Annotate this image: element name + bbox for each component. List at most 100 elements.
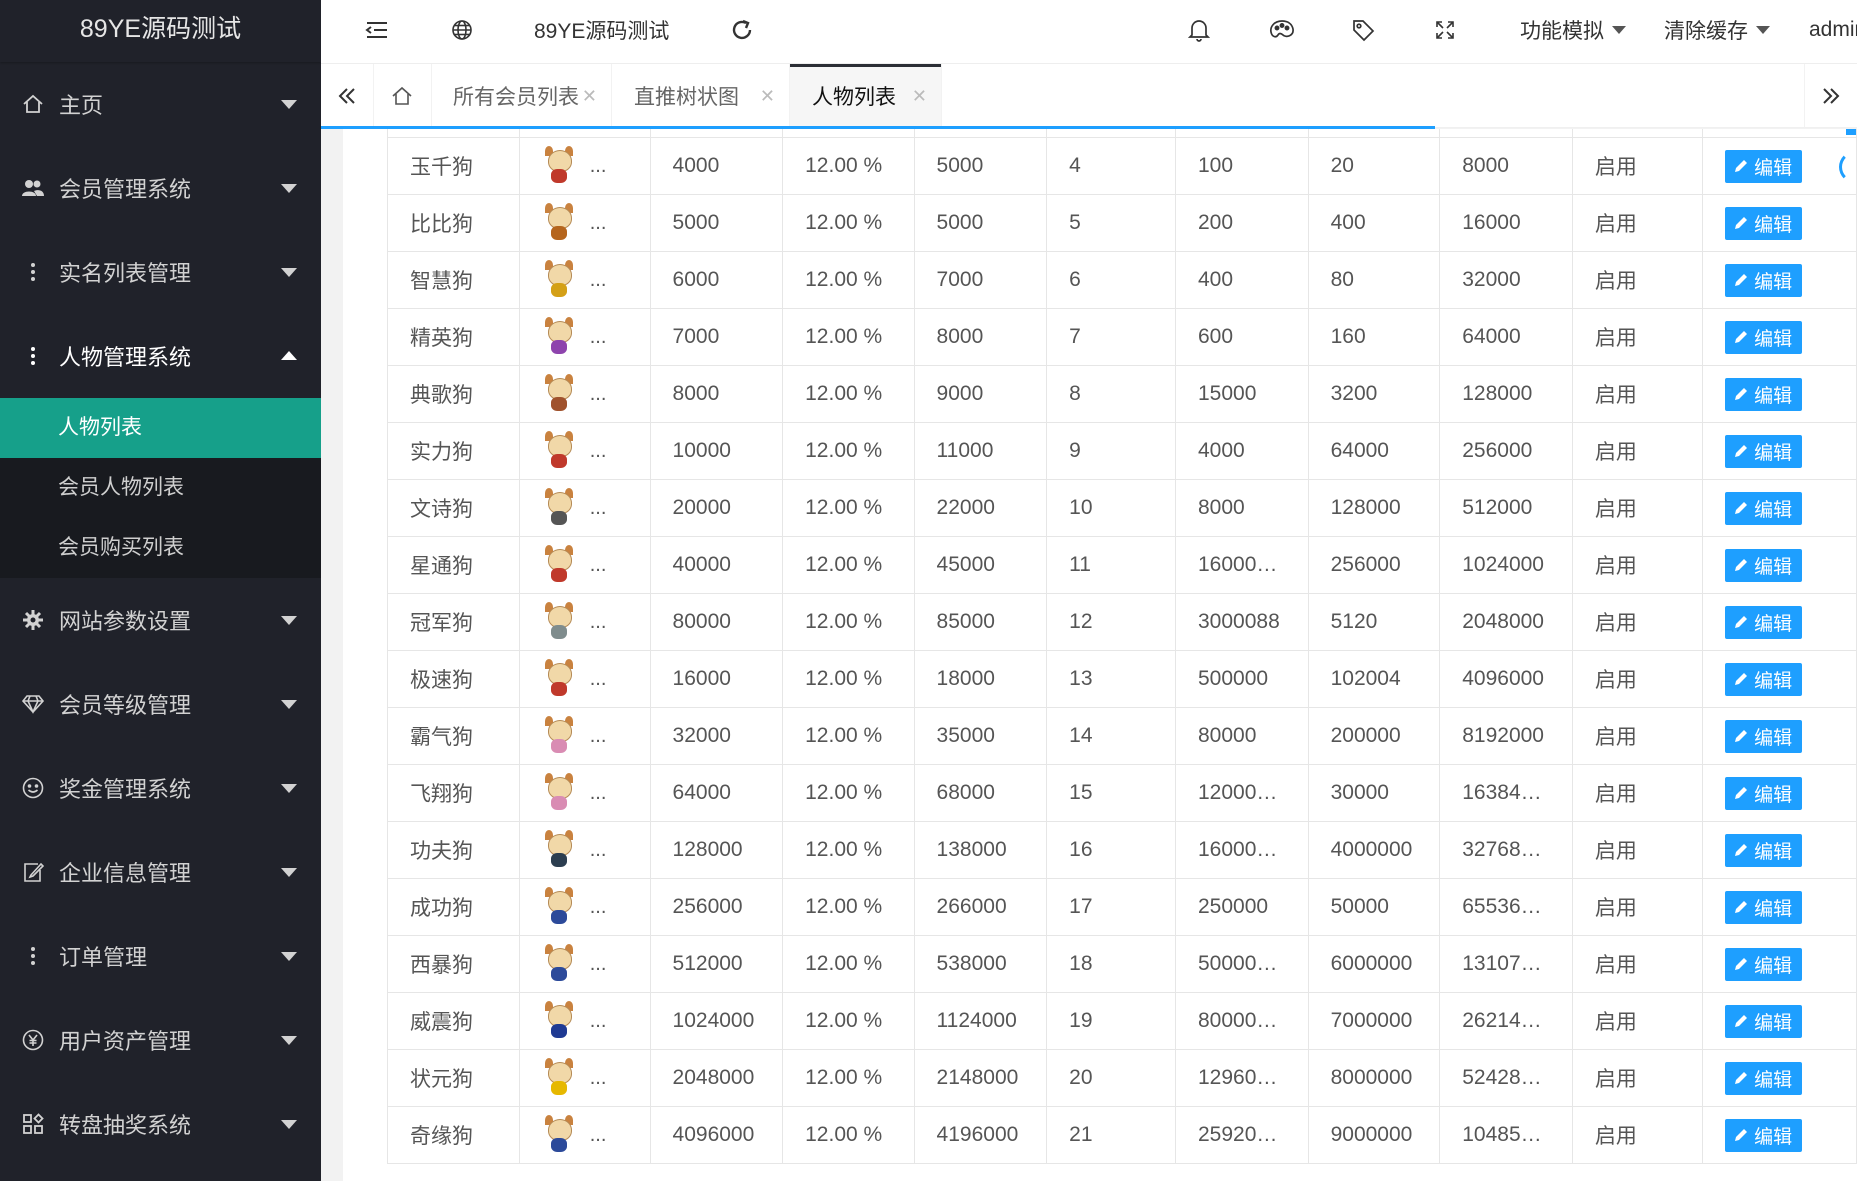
edit-button[interactable]: 编辑 — [1724, 1061, 1802, 1095]
actions-cell: 编辑 — [1701, 251, 1857, 309]
sidebar-item-realname[interactable]: 实名列表管理 — [0, 230, 321, 314]
value-cell: 85000 — [913, 593, 1048, 651]
avatar — [542, 830, 576, 870]
edit-button[interactable]: 编辑 — [1724, 890, 1802, 924]
sidebar-subitem-member-purchases[interactable]: 会员购买列表 — [0, 518, 321, 578]
header-site-title[interactable]: 89YE源码测试 — [534, 0, 669, 60]
tag-icon[interactable] — [1351, 0, 1375, 60]
tab-all-members[interactable]: 所有会员列表 ✕ — [431, 64, 612, 127]
function-simulate-menu[interactable]: 功能模拟 — [1520, 0, 1626, 60]
clear-cache-menu[interactable]: 清除缓存 — [1664, 0, 1770, 60]
edit-button[interactable]: 编辑 — [1724, 1118, 1802, 1152]
sidebar-item-site-settings[interactable]: 网站参数设置 — [0, 578, 321, 662]
actions-cell: 编辑 — [1701, 878, 1857, 936]
theme-palette-icon[interactable] — [1269, 0, 1295, 60]
bell-icon[interactable] — [1188, 0, 1210, 60]
edit-button[interactable]: 编辑 — [1724, 263, 1802, 297]
level-cell: 14 — [1046, 707, 1176, 765]
close-icon[interactable]: ✕ — [582, 86, 597, 107]
stat-c-cell: 4096000 — [1439, 650, 1573, 708]
status-cell: 启用 — [1571, 536, 1703, 594]
edit-button[interactable]: 编辑 — [1724, 833, 1802, 867]
stat-b-cell: 8000000 — [1307, 1049, 1441, 1107]
table-row: 典歌狗... 8000 12.00 % 9000 8 15000 3200 128000 启用 编… — [387, 365, 1857, 423]
avatar-wrap: ... — [542, 431, 649, 471]
menu-toggle-icon[interactable] — [365, 0, 389, 60]
edit-button-label: 编辑 — [1754, 157, 1793, 179]
gear-icon — [21, 608, 45, 632]
edit-button[interactable]: 编辑 — [1724, 605, 1802, 639]
avatar-cell: ... — [518, 707, 651, 765]
stat-b-cell: 102004 — [1307, 650, 1441, 708]
sidebar-item-company-info[interactable]: 企业信息管理 — [0, 830, 321, 914]
rate-cell: 12.00 % — [782, 422, 915, 480]
sidebar-item-lottery[interactable]: 转盘抽奖系统 — [0, 1082, 321, 1166]
sidebar-subitem-member-characters[interactable]: 会员人物列表 — [0, 458, 321, 518]
value-cell: 45000 — [913, 536, 1048, 594]
avatar-cell: ... — [518, 194, 651, 252]
avatar-wrap: ... — [542, 260, 649, 300]
edit-button[interactable]: 编辑 — [1724, 719, 1802, 753]
sidebar-item-characters[interactable]: 人物管理系统 — [0, 314, 321, 398]
rate-cell: 12.00 % — [782, 479, 915, 537]
user-menu[interactable]: admin — [1809, 0, 1857, 60]
edit-button[interactable]: 编辑 — [1724, 434, 1802, 468]
avatar-wrap: ... — [542, 830, 649, 870]
edit-button[interactable]: 编辑 — [1724, 149, 1802, 183]
edit-button[interactable]: 编辑 — [1724, 206, 1802, 240]
edit-button-label: 编辑 — [1754, 385, 1793, 407]
sidebar-item-member-levels[interactable]: 会员等级管理 — [0, 662, 321, 746]
app-logo[interactable]: 89YE源码测试 — [0, 0, 321, 62]
edit-button[interactable]: 编辑 — [1724, 320, 1802, 354]
edit-button-label: 编辑 — [1754, 784, 1793, 806]
sidebar-item-home[interactable]: 主页 — [0, 62, 321, 146]
level-cell: 18 — [1046, 935, 1176, 993]
rate-cell: 12.00 % — [782, 194, 915, 252]
stat-c-cell: 256000 — [1439, 422, 1573, 480]
table-row: 成功狗... 256000 12.00 % 266000 17 250000 50000 65… — [387, 878, 1857, 936]
sidebar-item-bonus[interactable]: 奖金管理系统 — [0, 746, 321, 830]
chevron-down-icon — [281, 184, 297, 193]
refresh-icon[interactable] — [730, 0, 754, 60]
avatar-wrap: ... — [542, 1001, 649, 1041]
edit-button[interactable]: 编辑 — [1724, 491, 1802, 525]
tabs-scroll-right-icon[interactable] — [1804, 64, 1857, 127]
home-tab-icon[interactable] — [373, 64, 432, 127]
avatar — [542, 602, 576, 642]
sidebar-subitem-character-list[interactable]: 人物列表 — [0, 398, 321, 458]
tab-referral-tree[interactable]: 直推树状图 ✕ — [612, 64, 790, 127]
tabs-scroll-left-icon[interactable] — [321, 64, 374, 127]
sidebar-item-user-assets[interactable]: 用户资产管理 — [0, 998, 321, 1082]
sidebar-item-orders[interactable]: 订单管理 — [0, 914, 321, 998]
fullscreen-icon[interactable] — [1435, 0, 1455, 60]
avatar-wrap: ... — [542, 773, 649, 813]
value-cell: 11000 — [913, 422, 1048, 480]
edit-button-label: 编辑 — [1754, 499, 1793, 521]
name-cell: 实力狗 — [387, 422, 520, 480]
edit-button[interactable]: 编辑 — [1724, 947, 1802, 981]
level-cell: 10 — [1046, 479, 1176, 537]
actions-cell: 编辑 — [1701, 365, 1857, 423]
avatar-more: ... — [589, 1066, 607, 1089]
level-cell: 19 — [1046, 992, 1176, 1050]
sidebar-item-label: 转盘抽奖系统 — [59, 1113, 192, 1138]
avatar — [542, 146, 576, 186]
globe-icon[interactable] — [451, 0, 473, 60]
edit-button[interactable]: 编辑 — [1724, 776, 1802, 810]
stat-a-cell: 8000 — [1175, 479, 1309, 537]
avatar — [542, 203, 576, 243]
close-icon[interactable]: ✕ — [760, 86, 775, 107]
edit-button[interactable]: 编辑 — [1724, 1004, 1802, 1038]
edit-button[interactable]: 编辑 — [1724, 548, 1802, 582]
close-icon[interactable]: ✕ — [912, 86, 927, 107]
actions-cell: 编辑 — [1701, 308, 1857, 366]
table-row: 飞翔狗... 64000 12.00 % 68000 15 12000… 30000 1638… — [387, 764, 1857, 822]
level-cell: 4 — [1046, 137, 1176, 195]
stat-c-cell: 1024000 — [1439, 536, 1573, 594]
tab-character-list[interactable]: 人物列表 ✕ — [790, 64, 942, 127]
edit-button[interactable]: 编辑 — [1724, 377, 1802, 411]
chevron-down-icon — [281, 616, 297, 625]
sidebar-item-members[interactable]: 会员管理系统 — [0, 146, 321, 230]
edit-button[interactable]: 编辑 — [1724, 662, 1802, 696]
table-row: 奇缘狗... 4096000 12.00 % 4196000 21 25920… 90000… — [387, 1106, 1857, 1164]
